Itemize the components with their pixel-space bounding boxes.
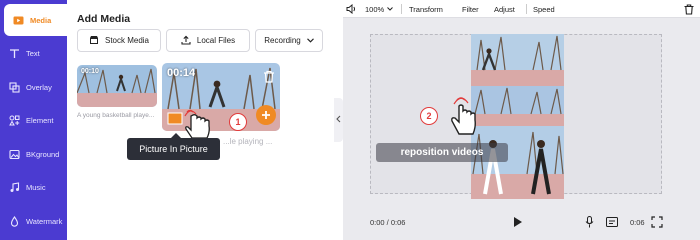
volume-icon[interactable] (346, 0, 357, 18)
toolbar-divider (401, 4, 402, 14)
sidebar-item-text[interactable]: Text (0, 37, 67, 69)
chevron-down-icon (306, 36, 314, 45)
add-to-timeline-button[interactable] (256, 105, 276, 125)
upload-icon (181, 35, 191, 47)
hand-cursor-icon (445, 96, 479, 145)
media-caption: ...le playing ... (223, 137, 273, 146)
video-frames-image (471, 34, 564, 199)
text-icon (8, 47, 20, 59)
button-label: Recording (264, 36, 301, 45)
reposition-videos-label: reposition videos (376, 143, 508, 162)
stock-media-button[interactable]: Stock Media (77, 29, 161, 52)
filter-button[interactable]: Filter (462, 0, 479, 18)
local-files-button[interactable]: Local Files (166, 29, 250, 52)
microphone-icon[interactable] (585, 216, 594, 230)
watermark-icon (8, 215, 20, 227)
transform-button[interactable]: Transform (409, 0, 443, 18)
plus-icon (262, 111, 270, 119)
left-sidebar: Media Text Overlay Element BKground Musi… (0, 0, 67, 240)
panel-title: Add Media (77, 13, 131, 25)
media-panel: Add Media Stock Media Local Files Record… (67, 0, 334, 240)
chevron-left-icon (336, 115, 341, 125)
sidebar-item-label: Element (26, 115, 54, 125)
sidebar-item-label: Overlay (26, 82, 52, 92)
button-label: Local Files (196, 36, 236, 45)
sidebar-item-label: Media (30, 15, 52, 25)
music-icon (8, 181, 20, 193)
editor-area: 100% Transform Filter Adjust Speed 2 rep… (343, 0, 700, 240)
recording-dropdown[interactable]: Recording (255, 29, 323, 52)
media-folder-icon (12, 14, 24, 26)
overlay-icon (8, 81, 20, 93)
step-badge-1: 1 (229, 113, 247, 131)
delete-icon[interactable] (684, 0, 694, 18)
sidebar-item-music[interactable]: Music (0, 171, 67, 203)
sidebar-item-label: Text (26, 48, 40, 58)
collapse-panel-handle[interactable] (334, 98, 343, 142)
subtitle-icon[interactable] (606, 217, 618, 229)
element-icon (8, 114, 20, 126)
button-label: Stock Media (104, 36, 150, 45)
video-preview[interactable] (471, 34, 564, 199)
end-time: 0:06 (630, 218, 645, 227)
speed-button[interactable]: Speed (533, 0, 555, 18)
zoom-value: 100% (365, 4, 385, 14)
chevron-down-icon (387, 7, 394, 11)
sidebar-item-background[interactable]: BKground (0, 138, 67, 170)
media-thumbnail-1[interactable]: 00:10 (77, 65, 157, 107)
sidebar-item-watermark[interactable]: Watermark (0, 205, 67, 237)
time-display: 0:00 / 0:06 (370, 218, 406, 227)
sidebar-item-label: Watermark (26, 216, 63, 226)
duration-label: 00:10 (81, 68, 99, 75)
store-icon (89, 35, 99, 46)
step-badge-2: 2 (420, 107, 438, 125)
adjust-button[interactable]: Adjust (494, 0, 515, 18)
play-icon[interactable] (513, 216, 523, 230)
sidebar-item-media[interactable]: Media (4, 4, 67, 36)
duration-label: 00:14 (167, 67, 196, 79)
media-caption: A young basketball playe... (77, 112, 155, 119)
toolbar-divider (526, 4, 527, 14)
sidebar-item-overlay[interactable]: Overlay (0, 71, 67, 103)
background-icon (8, 148, 20, 160)
media-thumbnail-2[interactable]: 00:14 (162, 63, 280, 131)
sidebar-item-element[interactable]: Element (0, 104, 67, 136)
editor-toolbar: 100% Transform Filter Adjust Speed (343, 0, 700, 18)
sidebar-item-label: Music (26, 182, 46, 192)
playback-bar: 0:00 / 0:06 0:06 (343, 208, 700, 240)
fullscreen-icon[interactable] (651, 216, 663, 230)
trash-icon[interactable] (263, 70, 275, 88)
sidebar-item-label: BKground (26, 149, 60, 159)
picture-in-picture-tooltip: Picture In Picture (127, 133, 220, 160)
zoom-dropdown[interactable]: 100% (365, 0, 394, 18)
